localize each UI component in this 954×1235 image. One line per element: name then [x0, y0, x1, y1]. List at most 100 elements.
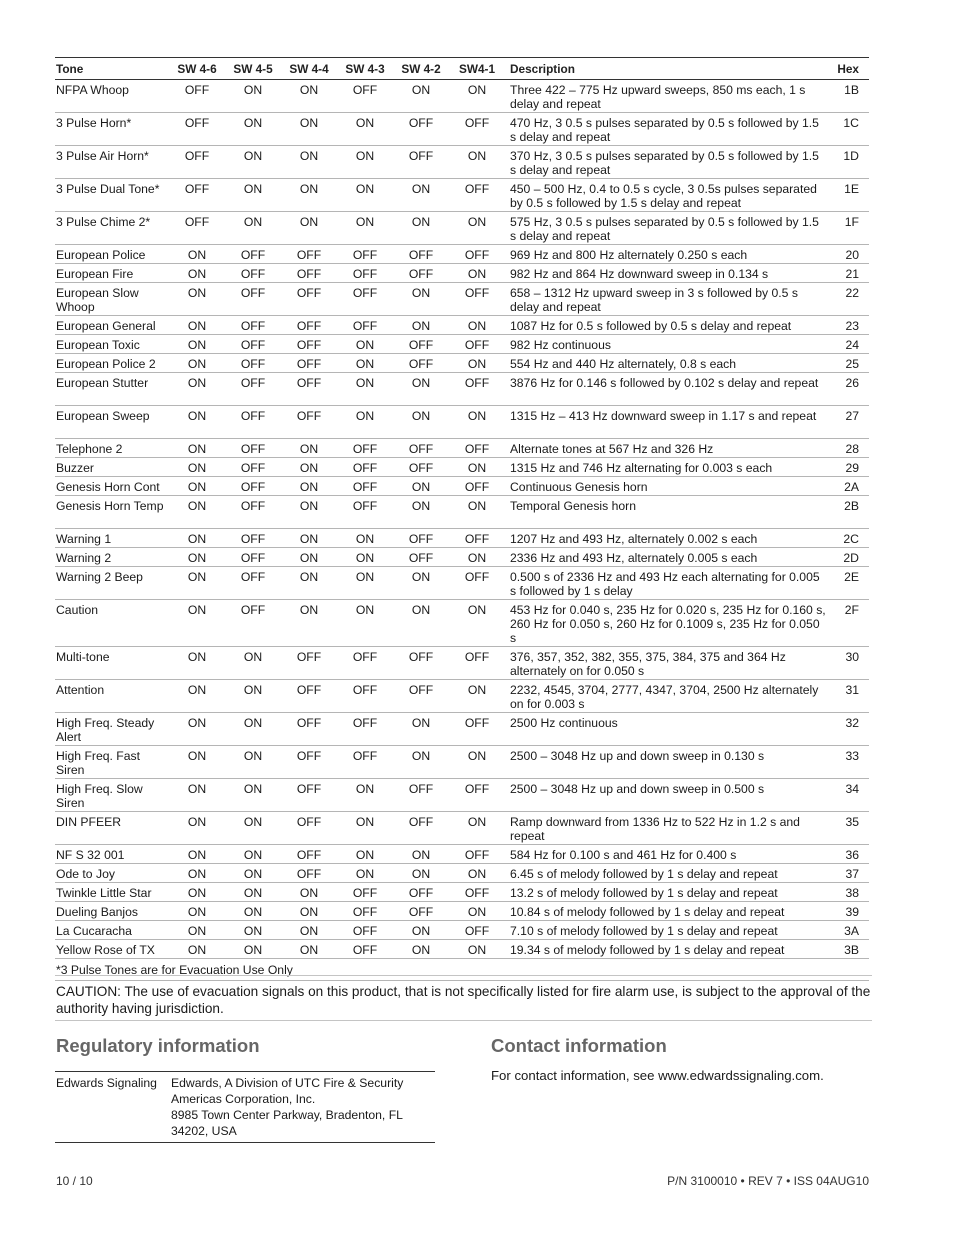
switch-sw4-3-value: OFF: [352, 442, 378, 456]
tone-description: 982 Hz and 864 Hz downward sweep in 0.13…: [510, 267, 769, 281]
switch-sw4-3-value: OFF: [352, 650, 378, 664]
address-line: 8985 Town Center Parkway, Bradenton, FL: [171, 1108, 403, 1122]
switch-sw4-2-value: ON: [411, 499, 431, 513]
table-row: European Stutter ON OFF OFF ON ON OFF 3876 Hz f…: [55, 373, 869, 406]
switch-sw4-6-value: OFF: [184, 83, 210, 97]
switch-sw4-1-value: OFF: [464, 886, 490, 900]
table-row: Genesis Horn Cont ON OFF ON OFF ON OFF Continuo…: [55, 477, 869, 496]
table-row: Warning 1 ON OFF ON ON OFF OFF 1207 Hz and 493 …: [55, 529, 869, 548]
switch-sw4-6-value: ON: [187, 716, 207, 730]
switch-sw4-6-value: ON: [187, 886, 207, 900]
switch-sw4-2-value: OFF: [408, 650, 434, 664]
switch-sw4-4-value: OFF: [296, 749, 322, 763]
hex-code: 1D: [843, 149, 859, 163]
hex-code: 39: [845, 905, 859, 919]
switch-sw4-2-value: ON: [411, 943, 431, 957]
switch-sw4-5-value: OFF: [240, 409, 266, 423]
switch-sw4-6-value: ON: [187, 815, 207, 829]
switch-sw4-5-value: ON: [243, 116, 263, 130]
tone-description: 658 – 1312 Hz upward sweep in 3 s follow…: [510, 286, 798, 314]
switch-sw4-3-value: OFF: [352, 480, 378, 494]
switch-sw4-2-value: OFF: [408, 782, 434, 796]
table-row: 3 Pulse Air Horn* OFF ON ON ON OFF ON 370 Hz, 3…: [55, 146, 869, 179]
switch-sw4-5-value: ON: [243, 782, 263, 796]
switch-sw4-4-value: ON: [299, 182, 319, 196]
tone-description: 3876 Hz for 0.146 s followed by 0.102 s …: [510, 376, 819, 390]
switch-sw4-4-value: ON: [299, 943, 319, 957]
tone-description: 969 Hz and 800 Hz alternately 0.250 s ea…: [510, 248, 748, 262]
switch-sw4-3-value: OFF: [352, 83, 378, 97]
switch-sw4-6-value: ON: [187, 499, 207, 513]
hex-code: 1C: [843, 116, 859, 130]
switch-sw4-1-value: OFF: [464, 480, 490, 494]
switch-sw4-6-value: ON: [187, 924, 207, 938]
switch-sw4-5-value: ON: [243, 924, 263, 938]
table-row: NFPA Whoop OFF ON ON OFF ON ON Three 422 – 775 …: [55, 80, 869, 113]
tone-name: European Stutter: [56, 376, 149, 390]
switch-sw4-6-value: ON: [187, 650, 207, 664]
switch-sw4-1-value: ON: [467, 749, 487, 763]
switch-sw4-4-value: ON: [299, 924, 319, 938]
tone-description: 2232, 4545, 3704, 2777, 4347, 3704, 2500…: [510, 683, 819, 711]
tone-description: Ramp downward from 1336 Hz to 522 Hz in …: [510, 815, 800, 843]
switch-sw4-1-value: ON: [467, 357, 487, 371]
tone-name: 3 Pulse Horn*: [56, 116, 132, 130]
hex-code: 23: [845, 319, 859, 333]
switch-sw4-6-value: ON: [187, 286, 207, 300]
switch-sw4-2-value: ON: [411, 480, 431, 494]
tone-description: 470 Hz, 3 0.5 s pulses separated by 0.5 …: [510, 116, 819, 144]
switch-sw4-5-value: ON: [243, 905, 263, 919]
switch-sw4-4-value: OFF: [296, 409, 322, 423]
switch-sw4-2-value: ON: [411, 215, 431, 229]
switch-sw4-6-value: OFF: [184, 116, 210, 130]
regulatory-address: Edwards, A Division of UTC Fire & Securi…: [171, 1075, 435, 1139]
switch-sw4-6-value: ON: [187, 867, 207, 881]
table-row: High Freq. Slow Siren ON ON OFF ON OFF OFF 2500…: [55, 779, 869, 812]
switch-sw4-1-value: ON: [467, 409, 487, 423]
switch-sw4-1-value: ON: [467, 83, 487, 97]
switch-sw4-4-value: OFF: [296, 319, 322, 333]
switch-sw4-3-value: ON: [355, 570, 375, 584]
switch-sw4-2-value: OFF: [408, 357, 434, 371]
tone-name: 3 Pulse Dual Tone*: [56, 182, 160, 196]
switch-sw4-5-value: OFF: [240, 248, 266, 262]
tone-name: European Slow Whoop: [56, 286, 139, 314]
switch-sw4-6-value: ON: [187, 905, 207, 919]
hex-code: 34: [845, 782, 859, 796]
hex-code: 28: [845, 442, 859, 456]
table-row: NF S 32 001 ON ON OFF ON ON OFF 584 Hz for 0.10…: [55, 845, 869, 864]
hex-code: 33: [845, 749, 859, 763]
switch-sw4-4-value: OFF: [296, 716, 322, 730]
tone-name: Ode to Joy: [56, 867, 115, 881]
switch-sw4-4-value: OFF: [296, 848, 322, 862]
switch-sw4-4-value: ON: [299, 83, 319, 97]
switch-sw4-1-value: ON: [467, 461, 487, 475]
switch-sw4-4-value: ON: [299, 149, 319, 163]
switch-sw4-5-value: OFF: [240, 480, 266, 494]
table-row: European Police ON OFF OFF OFF OFF OFF 969 Hz a…: [55, 245, 869, 264]
table-row: European Police 2 ON OFF OFF ON OFF ON 554 Hz a…: [55, 354, 869, 373]
switch-sw4-1-value: OFF: [464, 182, 490, 196]
tone-description: 2500 Hz continuous: [510, 716, 618, 730]
switch-sw4-6-value: ON: [187, 551, 207, 565]
tone-name: Twinkle Little Star: [56, 886, 152, 900]
switch-sw4-3-value: OFF: [352, 943, 378, 957]
switch-sw4-5-value: ON: [243, 215, 263, 229]
table-row: 3 Pulse Dual Tone* OFF ON ON ON ON OFF 450 – 50…: [55, 179, 869, 212]
switch-sw4-1-value: OFF: [464, 532, 490, 546]
table-header-row: Tone SW 4-6 SW 4-5 SW 4-4 SW 4-3 SW 4-2 …: [55, 57, 869, 80]
tone-description: 19.34 s of melody followed by 1 s delay …: [510, 943, 785, 957]
switch-sw4-2-value: ON: [411, 286, 431, 300]
hex-code: 27: [845, 409, 859, 423]
hex-code: 25: [845, 357, 859, 371]
table-row: La Cucaracha ON ON ON OFF ON OFF 7.10 s of melo…: [55, 921, 869, 940]
address-line: Americas Corporation, Inc.: [171, 1092, 316, 1106]
tone-name: European Sweep: [56, 409, 150, 423]
switch-sw4-2-value: OFF: [408, 815, 434, 829]
hex-code: 32: [845, 716, 859, 730]
tone-name: Telephone 2: [56, 442, 123, 456]
tone-name: Warning 2: [56, 551, 112, 565]
switch-sw4-4-value: ON: [299, 499, 319, 513]
tone-name: Caution: [56, 603, 99, 617]
header-tone: Tone: [56, 62, 84, 76]
